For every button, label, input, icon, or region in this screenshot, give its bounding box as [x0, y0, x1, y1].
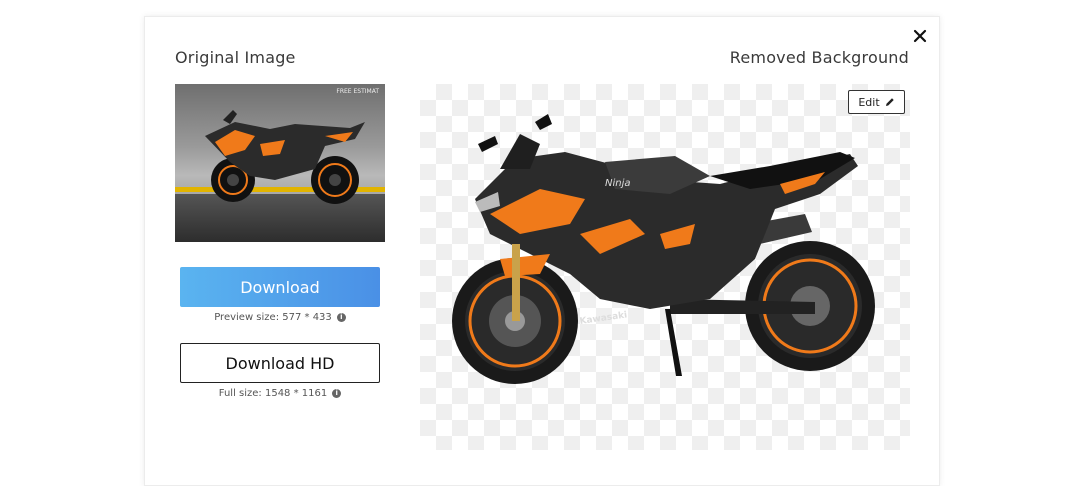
model-decal: Ninja — [605, 178, 631, 189]
removed-background-preview: Edit Ninja Kawasaki — [420, 84, 910, 450]
preview-size-text: Preview size: 577 * 433 — [214, 312, 332, 323]
full-size-note: Full size: 1548 * 1161 i — [180, 388, 380, 399]
close-icon — [913, 29, 927, 43]
cutout-motorcycle: Ninja Kawasaki — [452, 114, 875, 384]
background-removal-modal: Original Image Removed Background FREE E… — [144, 16, 940, 486]
close-button[interactable] — [911, 27, 929, 45]
download-button[interactable]: Download — [180, 267, 380, 307]
preview-size-note: Preview size: 577 * 433 i — [180, 312, 380, 323]
original-image-title: Original Image — [175, 48, 296, 67]
original-image-thumbnail: FREE ESTIMAT — [175, 84, 385, 242]
brand-decal: Kawasaki — [579, 310, 628, 327]
full-size-text: Full size: 1548 * 1161 — [218, 388, 328, 399]
thumbnail-motorcycle — [205, 110, 365, 204]
removed-background-title: Removed Background — [729, 48, 909, 67]
info-icon[interactable]: i — [336, 313, 346, 322]
info-icon[interactable]: i — [332, 389, 342, 398]
download-hd-button[interactable]: Download HD — [180, 343, 380, 383]
